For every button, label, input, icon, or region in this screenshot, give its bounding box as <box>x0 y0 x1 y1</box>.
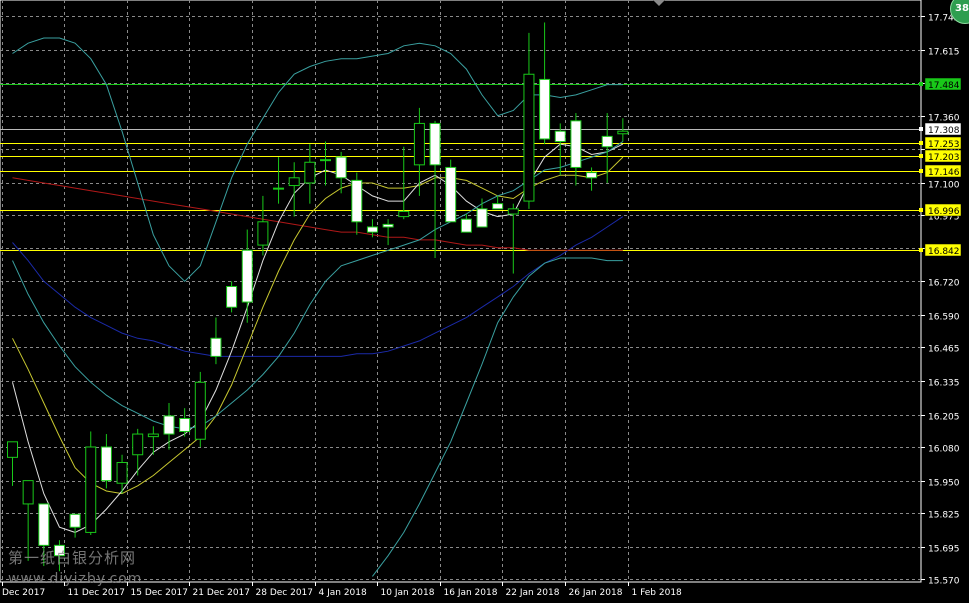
candle-body <box>335 156 347 179</box>
y-tick-label: 15.950 <box>928 479 960 489</box>
y-tick-label: 15.695 <box>928 545 960 555</box>
y-tick-label: 17.615 <box>928 48 960 58</box>
y-tick-label: 16.335 <box>928 379 960 389</box>
candle-body <box>116 462 128 484</box>
candle-body <box>69 513 81 528</box>
candle-body <box>586 172 598 179</box>
watermark-title: 第一纸白银分析网 <box>8 549 137 567</box>
x-tick-label: 16 Jan 2018 <box>444 588 498 598</box>
y-tick-label: 15.825 <box>928 511 960 521</box>
candle-body <box>210 337 222 357</box>
y-tick-label: 17.100 <box>928 181 960 191</box>
candle-body <box>366 226 378 233</box>
candle-body <box>554 130 566 143</box>
level-marker <box>919 169 923 173</box>
watermark: 第一纸白银分析网 www.diyizby.com <box>8 548 142 590</box>
candle-body <box>304 161 316 184</box>
y-tick-label: 16.720 <box>928 279 960 289</box>
candle-body <box>523 73 535 202</box>
candle-body <box>163 415 175 435</box>
candle-body <box>570 120 582 168</box>
y-tick-label: 17.360 <box>928 114 960 124</box>
x-tick-label: 21 Dec 2017 <box>193 588 251 598</box>
level-marker <box>919 208 923 212</box>
x-tick-label: 1 Feb 2018 <box>632 588 683 598</box>
level-marker <box>919 141 923 145</box>
candle-body <box>351 179 363 223</box>
candle-body <box>445 166 457 223</box>
plot-area <box>0 0 922 583</box>
candle-body <box>100 446 112 482</box>
candle-body <box>38 503 50 546</box>
price-chart[interactable]: 17.74517.61517.48517.36017.23017.10016.9… <box>0 0 969 603</box>
candle-body <box>539 78 551 140</box>
y-tick-label: 16.590 <box>928 313 960 323</box>
candle-body <box>617 130 629 135</box>
level-label: 16.996 <box>928 207 960 217</box>
chevron-down-icon[interactable] <box>653 0 665 6</box>
level-label: 16.842 <box>928 247 960 257</box>
candle-body <box>7 441 18 458</box>
candle-body <box>288 177 300 187</box>
candle-body <box>601 135 613 148</box>
y-tick-label: 16.465 <box>928 345 960 355</box>
candle-body <box>132 433 144 456</box>
level-label: 17.308 <box>928 126 960 136</box>
candle-body <box>273 187 285 190</box>
candle-body <box>398 210 410 218</box>
y-tick-label: 15.570 <box>928 577 960 587</box>
level-marker <box>919 154 923 158</box>
x-tick-label: 26 Jan 2018 <box>569 588 623 598</box>
candle-body <box>382 223 394 228</box>
candle-body <box>492 203 504 210</box>
candle-body <box>241 249 253 303</box>
candle-body <box>85 446 97 533</box>
candle-body <box>476 208 488 228</box>
x-tick-label: 22 Jan 2018 <box>506 588 560 598</box>
level-label: 17.484 <box>928 81 960 91</box>
level-marker <box>919 127 923 131</box>
candle-body <box>320 159 331 162</box>
candle-body <box>413 122 425 166</box>
level-label: 17.253 <box>928 140 960 150</box>
level-marker <box>919 82 923 86</box>
candle-body <box>147 433 159 438</box>
x-tick-label: 28 Dec 2017 <box>256 588 314 598</box>
candle-body <box>194 381 206 440</box>
candle-body <box>429 122 441 166</box>
candle-body <box>507 208 519 215</box>
y-tick-label: 16.080 <box>928 445 960 455</box>
level-marker <box>919 248 923 252</box>
level-label: 17.203 <box>928 153 960 163</box>
x-tick-label: 4 Jan 2018 <box>319 588 367 598</box>
candle-body <box>22 480 34 505</box>
candle-body <box>460 218 472 233</box>
watermark-url: www.diyizby.com <box>8 571 143 587</box>
candle-body <box>257 221 269 246</box>
y-tick-label: 16.205 <box>928 413 960 423</box>
x-tick-label: 10 Jan 2018 <box>381 588 435 598</box>
level-label: 17.146 <box>928 168 960 178</box>
candle-body <box>179 418 191 432</box>
candle-body <box>226 285 238 308</box>
